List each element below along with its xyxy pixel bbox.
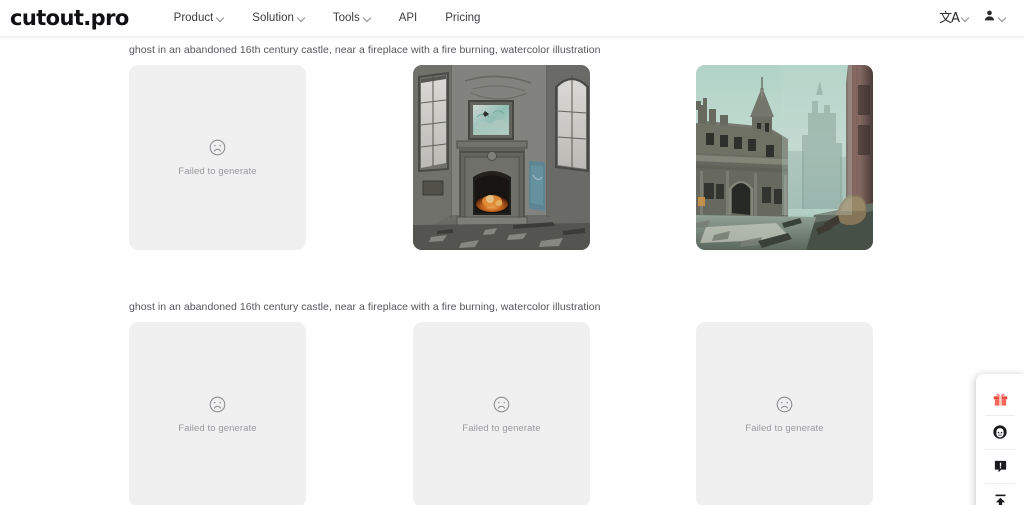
main-nav: Product Solution Tools API Pricing [174,12,481,24]
failed-message: Failed to generate [745,423,824,434]
result-block: ghost in an abandoned 16th century castl… [0,301,1024,505]
result-card[interactable] [413,65,590,250]
support-face-icon [992,424,1008,440]
result-card[interactable]: Failed to generate [129,65,306,250]
chevron-down-icon [298,14,305,21]
generated-image[interactable] [413,65,590,250]
sad-face-icon [208,395,227,414]
result-card[interactable] [696,65,873,250]
chevron-down-icon [364,14,371,21]
header-actions: 文A [939,9,1006,27]
nav-item-solution[interactable]: Solution [252,12,305,24]
sad-face-icon [492,395,511,414]
result-card-row: Failed to generate [129,65,1024,250]
scroll-to-top-button[interactable] [976,483,1024,505]
failed-placeholder: Failed to generate [129,65,306,250]
chevron-down-icon [999,14,1006,21]
nav-item-pricing[interactable]: Pricing [445,12,480,24]
failed-message: Failed to generate [462,423,541,434]
nav-item-api[interactable]: API [399,12,418,24]
failed-placeholder: Failed to generate [413,322,590,505]
result-block: ghost in an abandoned 16th century castl… [0,44,1024,250]
gift-button[interactable] [976,381,1024,415]
gift-icon [992,390,1009,407]
failed-message: Failed to generate [178,166,257,177]
translate-icon: 文A [939,10,960,26]
nav-item-label: Pricing [445,12,481,24]
chevron-down-icon [962,14,969,21]
scroll-to-top-icon [993,493,1008,505]
result-card[interactable]: Failed to generate [696,322,873,505]
result-card[interactable]: Failed to generate [129,322,306,505]
prompt-text: ghost in an abandoned 16th century castl… [129,301,601,313]
nav-item-label: API [398,12,418,24]
generated-image[interactable] [696,65,873,250]
nav-item-tools[interactable]: Tools [333,12,371,24]
sad-face-icon [208,138,227,157]
result-card[interactable]: Failed to generate [413,322,590,505]
nav-item-label: Tools [332,12,360,24]
user-avatar-icon [983,9,996,27]
nav-item-product[interactable]: Product [174,12,225,24]
prompt-text: ghost in an abandoned 16th century castl… [129,44,601,56]
support-button[interactable] [976,415,1024,449]
account-menu[interactable] [983,9,1006,27]
failed-placeholder: Failed to generate [696,322,873,505]
result-card-row: Failed to generate Failed to generate Fa… [129,322,1024,505]
chevron-down-icon [217,14,224,21]
floating-side-toolbar [976,374,1024,505]
language-selector[interactable]: 文A [939,12,969,25]
site-header: cutout.pro Product Solution Tools API Pr… [0,0,1024,36]
feedback-button[interactable] [976,449,1024,483]
results-page: ghost in an abandoned 16th century castl… [0,36,1024,505]
nav-item-label: Solution [252,12,294,24]
nav-item-label: Product [173,12,214,24]
failed-message: Failed to generate [178,423,257,434]
sad-face-icon [775,395,794,414]
brand-logo[interactable]: cutout.pro [10,6,129,30]
feedback-icon [993,459,1008,474]
failed-placeholder: Failed to generate [129,322,306,505]
